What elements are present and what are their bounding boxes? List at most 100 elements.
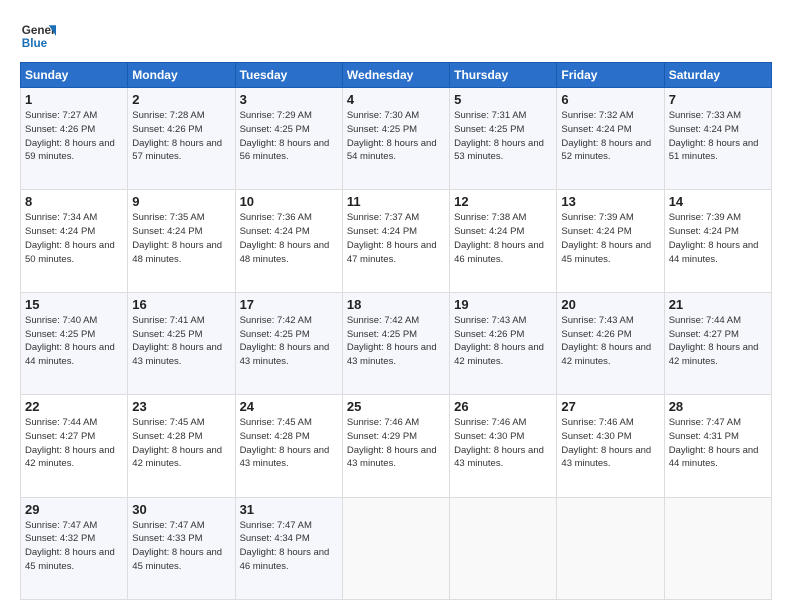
day-number: 8 xyxy=(25,194,123,209)
logo: General Blue xyxy=(20,18,56,54)
day-number: 27 xyxy=(561,399,659,414)
calendar-cell: 11 Sunrise: 7:37 AM Sunset: 4:24 PM Dayl… xyxy=(342,190,449,292)
calendar-week-row: 15 Sunrise: 7:40 AM Sunset: 4:25 PM Dayl… xyxy=(21,292,772,394)
day-number: 16 xyxy=(132,297,230,312)
calendar-cell: 31 Sunrise: 7:47 AM Sunset: 4:34 PM Dayl… xyxy=(235,497,342,599)
day-detail: Sunrise: 7:36 AM Sunset: 4:24 PM Dayligh… xyxy=(240,211,338,266)
day-detail: Sunrise: 7:44 AM Sunset: 4:27 PM Dayligh… xyxy=(25,416,123,471)
col-header-tuesday: Tuesday xyxy=(235,63,342,88)
calendar-cell: 28 Sunrise: 7:47 AM Sunset: 4:31 PM Dayl… xyxy=(664,395,771,497)
calendar-cell xyxy=(557,497,664,599)
calendar-week-row: 1 Sunrise: 7:27 AM Sunset: 4:26 PM Dayli… xyxy=(21,88,772,190)
calendar-cell: 16 Sunrise: 7:41 AM Sunset: 4:25 PM Dayl… xyxy=(128,292,235,394)
day-number: 17 xyxy=(240,297,338,312)
day-number: 22 xyxy=(25,399,123,414)
calendar-cell: 4 Sunrise: 7:30 AM Sunset: 4:25 PM Dayli… xyxy=(342,88,449,190)
day-detail: Sunrise: 7:46 AM Sunset: 4:30 PM Dayligh… xyxy=(454,416,552,471)
calendar-cell: 19 Sunrise: 7:43 AM Sunset: 4:26 PM Dayl… xyxy=(450,292,557,394)
day-number: 15 xyxy=(25,297,123,312)
calendar-cell: 5 Sunrise: 7:31 AM Sunset: 4:25 PM Dayli… xyxy=(450,88,557,190)
day-number: 21 xyxy=(669,297,767,312)
calendar-cell: 15 Sunrise: 7:40 AM Sunset: 4:25 PM Dayl… xyxy=(21,292,128,394)
col-header-saturday: Saturday xyxy=(664,63,771,88)
day-detail: Sunrise: 7:41 AM Sunset: 4:25 PM Dayligh… xyxy=(132,314,230,369)
day-number: 13 xyxy=(561,194,659,209)
calendar-cell: 21 Sunrise: 7:44 AM Sunset: 4:27 PM Dayl… xyxy=(664,292,771,394)
col-header-friday: Friday xyxy=(557,63,664,88)
day-detail: Sunrise: 7:47 AM Sunset: 4:33 PM Dayligh… xyxy=(132,519,230,574)
logo-icon: General Blue xyxy=(20,18,56,54)
calendar-cell: 22 Sunrise: 7:44 AM Sunset: 4:27 PM Dayl… xyxy=(21,395,128,497)
page-header: General Blue xyxy=(20,18,772,54)
calendar-week-row: 8 Sunrise: 7:34 AM Sunset: 4:24 PM Dayli… xyxy=(21,190,772,292)
day-number: 20 xyxy=(561,297,659,312)
day-number: 23 xyxy=(132,399,230,414)
day-detail: Sunrise: 7:46 AM Sunset: 4:29 PM Dayligh… xyxy=(347,416,445,471)
day-detail: Sunrise: 7:43 AM Sunset: 4:26 PM Dayligh… xyxy=(561,314,659,369)
day-detail: Sunrise: 7:44 AM Sunset: 4:27 PM Dayligh… xyxy=(669,314,767,369)
col-header-monday: Monday xyxy=(128,63,235,88)
day-detail: Sunrise: 7:47 AM Sunset: 4:34 PM Dayligh… xyxy=(240,519,338,574)
day-detail: Sunrise: 7:35 AM Sunset: 4:24 PM Dayligh… xyxy=(132,211,230,266)
calendar-cell: 24 Sunrise: 7:45 AM Sunset: 4:28 PM Dayl… xyxy=(235,395,342,497)
day-detail: Sunrise: 7:32 AM Sunset: 4:24 PM Dayligh… xyxy=(561,109,659,164)
day-number: 30 xyxy=(132,502,230,517)
calendar-cell: 13 Sunrise: 7:39 AM Sunset: 4:24 PM Dayl… xyxy=(557,190,664,292)
day-detail: Sunrise: 7:27 AM Sunset: 4:26 PM Dayligh… xyxy=(25,109,123,164)
day-number: 11 xyxy=(347,194,445,209)
day-detail: Sunrise: 7:31 AM Sunset: 4:25 PM Dayligh… xyxy=(454,109,552,164)
day-number: 25 xyxy=(347,399,445,414)
day-detail: Sunrise: 7:28 AM Sunset: 4:26 PM Dayligh… xyxy=(132,109,230,164)
day-number: 29 xyxy=(25,502,123,517)
day-number: 4 xyxy=(347,92,445,107)
day-number: 7 xyxy=(669,92,767,107)
calendar-cell: 7 Sunrise: 7:33 AM Sunset: 4:24 PM Dayli… xyxy=(664,88,771,190)
calendar-week-row: 29 Sunrise: 7:47 AM Sunset: 4:32 PM Dayl… xyxy=(21,497,772,599)
day-number: 26 xyxy=(454,399,552,414)
day-detail: Sunrise: 7:39 AM Sunset: 4:24 PM Dayligh… xyxy=(561,211,659,266)
day-number: 28 xyxy=(669,399,767,414)
day-detail: Sunrise: 7:43 AM Sunset: 4:26 PM Dayligh… xyxy=(454,314,552,369)
calendar-cell: 17 Sunrise: 7:42 AM Sunset: 4:25 PM Dayl… xyxy=(235,292,342,394)
day-detail: Sunrise: 7:38 AM Sunset: 4:24 PM Dayligh… xyxy=(454,211,552,266)
day-number: 6 xyxy=(561,92,659,107)
day-number: 10 xyxy=(240,194,338,209)
day-detail: Sunrise: 7:39 AM Sunset: 4:24 PM Dayligh… xyxy=(669,211,767,266)
calendar-cell: 8 Sunrise: 7:34 AM Sunset: 4:24 PM Dayli… xyxy=(21,190,128,292)
day-number: 5 xyxy=(454,92,552,107)
col-header-wednesday: Wednesday xyxy=(342,63,449,88)
calendar-cell: 9 Sunrise: 7:35 AM Sunset: 4:24 PM Dayli… xyxy=(128,190,235,292)
calendar-cell xyxy=(450,497,557,599)
calendar-cell: 20 Sunrise: 7:43 AM Sunset: 4:26 PM Dayl… xyxy=(557,292,664,394)
day-detail: Sunrise: 7:46 AM Sunset: 4:30 PM Dayligh… xyxy=(561,416,659,471)
day-number: 3 xyxy=(240,92,338,107)
calendar-cell: 26 Sunrise: 7:46 AM Sunset: 4:30 PM Dayl… xyxy=(450,395,557,497)
day-number: 31 xyxy=(240,502,338,517)
col-header-thursday: Thursday xyxy=(450,63,557,88)
calendar-table: SundayMondayTuesdayWednesdayThursdayFrid… xyxy=(20,62,772,600)
calendar-cell xyxy=(664,497,771,599)
calendar-cell: 14 Sunrise: 7:39 AM Sunset: 4:24 PM Dayl… xyxy=(664,190,771,292)
day-detail: Sunrise: 7:47 AM Sunset: 4:32 PM Dayligh… xyxy=(25,519,123,574)
calendar-cell: 18 Sunrise: 7:42 AM Sunset: 4:25 PM Dayl… xyxy=(342,292,449,394)
day-detail: Sunrise: 7:45 AM Sunset: 4:28 PM Dayligh… xyxy=(240,416,338,471)
day-detail: Sunrise: 7:29 AM Sunset: 4:25 PM Dayligh… xyxy=(240,109,338,164)
calendar-cell: 30 Sunrise: 7:47 AM Sunset: 4:33 PM Dayl… xyxy=(128,497,235,599)
calendar-cell: 6 Sunrise: 7:32 AM Sunset: 4:24 PM Dayli… xyxy=(557,88,664,190)
day-number: 18 xyxy=(347,297,445,312)
calendar-cell: 10 Sunrise: 7:36 AM Sunset: 4:24 PM Dayl… xyxy=(235,190,342,292)
calendar-header-row: SundayMondayTuesdayWednesdayThursdayFrid… xyxy=(21,63,772,88)
calendar-cell: 29 Sunrise: 7:47 AM Sunset: 4:32 PM Dayl… xyxy=(21,497,128,599)
calendar-cell: 25 Sunrise: 7:46 AM Sunset: 4:29 PM Dayl… xyxy=(342,395,449,497)
svg-text:Blue: Blue xyxy=(22,37,48,50)
calendar-cell: 2 Sunrise: 7:28 AM Sunset: 4:26 PM Dayli… xyxy=(128,88,235,190)
day-number: 14 xyxy=(669,194,767,209)
calendar-cell: 12 Sunrise: 7:38 AM Sunset: 4:24 PM Dayl… xyxy=(450,190,557,292)
day-number: 12 xyxy=(454,194,552,209)
calendar-cell: 1 Sunrise: 7:27 AM Sunset: 4:26 PM Dayli… xyxy=(21,88,128,190)
day-detail: Sunrise: 7:33 AM Sunset: 4:24 PM Dayligh… xyxy=(669,109,767,164)
day-number: 1 xyxy=(25,92,123,107)
day-number: 24 xyxy=(240,399,338,414)
calendar-cell: 27 Sunrise: 7:46 AM Sunset: 4:30 PM Dayl… xyxy=(557,395,664,497)
day-detail: Sunrise: 7:42 AM Sunset: 4:25 PM Dayligh… xyxy=(240,314,338,369)
